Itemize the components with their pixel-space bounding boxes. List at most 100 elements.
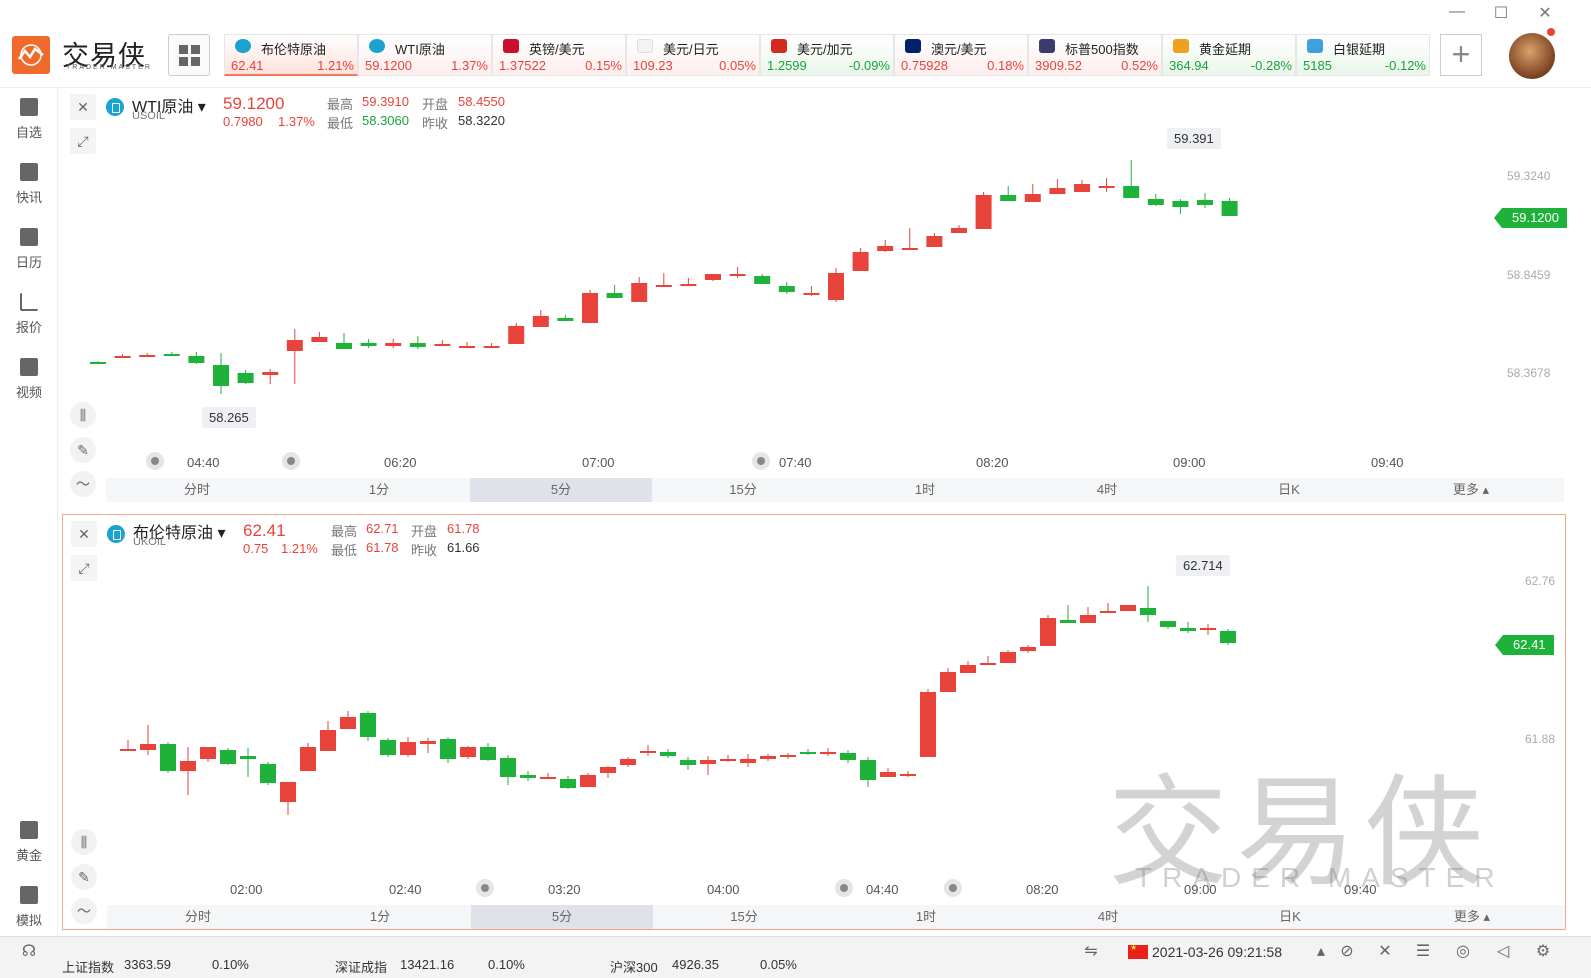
candle-body — [1049, 188, 1066, 194]
tab-timeframe[interactable]: 4时 — [1016, 478, 1198, 502]
ticker-card[interactable]: 澳元/美元 0.75928 0.18% — [894, 34, 1028, 76]
tab-timeframe[interactable]: 1分 — [288, 478, 470, 502]
ticker-card[interactable]: 黄金延期 364.94 -0.28% — [1162, 34, 1296, 76]
candle-body — [580, 775, 596, 787]
ticker-card[interactable]: 标普500指数 3909.52 0.52% — [1028, 34, 1162, 76]
uk-flag-icon — [503, 39, 519, 53]
candle-body — [1200, 628, 1216, 630]
candle-body — [286, 340, 303, 351]
sidebar-item-calendar[interactable]: 日历 — [0, 228, 58, 284]
candle-body — [900, 774, 916, 776]
tab-timeframe[interactable]: 5分 — [471, 905, 653, 929]
candle-type-icon[interactable]: ⫼ — [71, 829, 97, 855]
candlestick-chart[interactable] — [63, 515, 1567, 905]
expand-icon[interactable]: ⤢ — [70, 128, 96, 154]
translate-icon[interactable]: ⇋ — [1082, 943, 1100, 961]
ticker-price: 1.37522 — [499, 58, 546, 73]
event-marker-icon[interactable] — [476, 879, 494, 897]
ticker-card[interactable]: 美元/加元 1.2599 -0.09% — [760, 34, 894, 76]
candle-body — [460, 747, 476, 757]
draw-pen-icon[interactable]: ✎ — [71, 864, 97, 890]
ticker-name: 英镑/美元 — [529, 42, 585, 57]
tab-more[interactable]: 更多 ▴ — [1381, 905, 1563, 929]
mute-icon[interactable]: ◁ — [1494, 943, 1512, 961]
x-axis-label: 03:20 — [548, 882, 581, 897]
tab-more[interactable]: 更多 ▴ — [1380, 478, 1562, 502]
tab-timeframe[interactable]: 1分 — [289, 905, 471, 929]
sidebar-item-news[interactable]: 快讯 — [0, 163, 58, 219]
ticker-card[interactable]: WTI原油 59.1200 1.37% — [358, 34, 492, 76]
tab-timeframe[interactable]: 分时 — [106, 478, 288, 502]
ticker-card[interactable]: 布伦特原油 62.41 1.21% — [224, 34, 358, 76]
candle-body — [660, 752, 676, 756]
cn-flag-icon — [1128, 943, 1148, 959]
tab-timeframe[interactable]: 15分 — [652, 478, 834, 502]
tools-icon[interactable]: ✕ — [1376, 943, 1394, 961]
ticker-name: 布伦特原油 — [261, 42, 327, 57]
event-marker-icon[interactable] — [146, 452, 164, 470]
ticker-card[interactable]: 白银延期 5185 -0.12% — [1296, 34, 1430, 76]
tab-timeframe[interactable]: 5分 — [470, 478, 652, 502]
app-window: 交易侠 TRADER MASTER 布伦特原油 62.41 1.21% WTI原油 59… — [0, 0, 1591, 978]
tab-timeframe[interactable]: 1时 — [835, 905, 1017, 929]
candle-body — [385, 343, 402, 346]
candle-type-icon[interactable]: ⫼ — [70, 402, 96, 428]
candle-body — [960, 665, 976, 673]
event-marker-icon[interactable] — [944, 879, 962, 897]
ticker-name: WTI原油 — [395, 42, 445, 57]
tab-timeframe[interactable]: 4时 — [1017, 905, 1199, 929]
candle-body — [901, 248, 918, 250]
tab-timeframe[interactable]: 日K — [1199, 905, 1381, 929]
ticker-card[interactable]: 英镑/美元 1.37522 0.15% — [492, 34, 626, 76]
tab-timeframe[interactable]: 15分 — [653, 905, 835, 929]
candle-body — [852, 252, 869, 271]
x-axis-label: 08:20 — [976, 455, 1009, 470]
indicator-icon[interactable]: 〜 — [71, 898, 97, 924]
sidebar: 自选 快讯 日历 报价 视频 黄金 模拟 — [0, 88, 58, 948]
clock: 2021-03-26 09:21:58 — [1152, 944, 1282, 960]
x-axis-label: 08:20 — [1026, 882, 1059, 897]
chart-off-icon[interactable]: ⊘ — [1338, 943, 1356, 961]
tab-timeframe[interactable]: 日K — [1198, 478, 1380, 502]
low-value: 58.3060 — [362, 113, 409, 128]
ticker-pct: 0.15% — [585, 58, 622, 73]
headset-icon[interactable]: ☊ — [20, 943, 38, 961]
sidebar-item-video[interactable]: 视频 — [0, 358, 58, 414]
change-value: 0.75 — [243, 541, 269, 556]
sidebar-item-simulate[interactable]: 模拟 — [0, 886, 58, 942]
video-icon — [20, 358, 38, 376]
sidebar-item-quotes[interactable]: 报价 — [0, 293, 58, 349]
add-ticker-button[interactable]: + — [1440, 34, 1482, 76]
close-icon[interactable]: ✕ — [1536, 3, 1554, 23]
user-avatar[interactable] — [1509, 33, 1555, 79]
maximize-icon[interactable]: ☐ — [1492, 3, 1510, 23]
candle-body — [640, 751, 656, 753]
timeframe-bar: 分时 1分 5分 15分 1时 4时 日K 更多 ▴ — [107, 905, 1565, 929]
expand-icon[interactable]: ⤢ — [71, 555, 97, 581]
candle-body — [1074, 184, 1090, 192]
tab-timeframe[interactable]: 分时 — [107, 905, 289, 929]
indicator-icon[interactable]: 〜 — [70, 471, 96, 497]
sidebar-item-label: 快讯 — [15, 190, 42, 205]
minimize-icon[interactable]: — — [1448, 3, 1466, 21]
close-panel-icon[interactable]: ✕ — [71, 521, 97, 547]
candlestick-chart[interactable] — [62, 88, 1566, 478]
tab-timeframe[interactable]: 1时 — [834, 478, 1016, 502]
camera-icon[interactable]: ◎ — [1454, 943, 1472, 961]
event-marker-icon[interactable] — [752, 452, 770, 470]
event-marker-icon[interactable] — [835, 879, 853, 897]
candle-body — [1020, 647, 1036, 651]
settings-icon[interactable]: ⚙ — [1534, 943, 1552, 961]
ticker-card[interactable]: 美元/日元 109.23 0.05% — [626, 34, 760, 76]
candle-body — [1220, 631, 1236, 643]
sidebar-item-gold[interactable]: 黄金 — [0, 821, 58, 877]
list-icon[interactable]: ☰ — [1414, 943, 1432, 961]
layout-grid-button[interactable] — [168, 34, 210, 76]
event-marker-icon[interactable] — [282, 452, 300, 470]
oil-icon — [106, 98, 124, 116]
last-price: 59.1200 — [223, 94, 285, 113]
caret-up-icon[interactable]: ▴ — [1312, 943, 1330, 961]
sidebar-item-favorites[interactable]: 自选 — [0, 98, 58, 154]
close-panel-icon[interactable]: ✕ — [70, 94, 96, 120]
draw-pen-icon[interactable]: ✎ — [70, 437, 96, 463]
